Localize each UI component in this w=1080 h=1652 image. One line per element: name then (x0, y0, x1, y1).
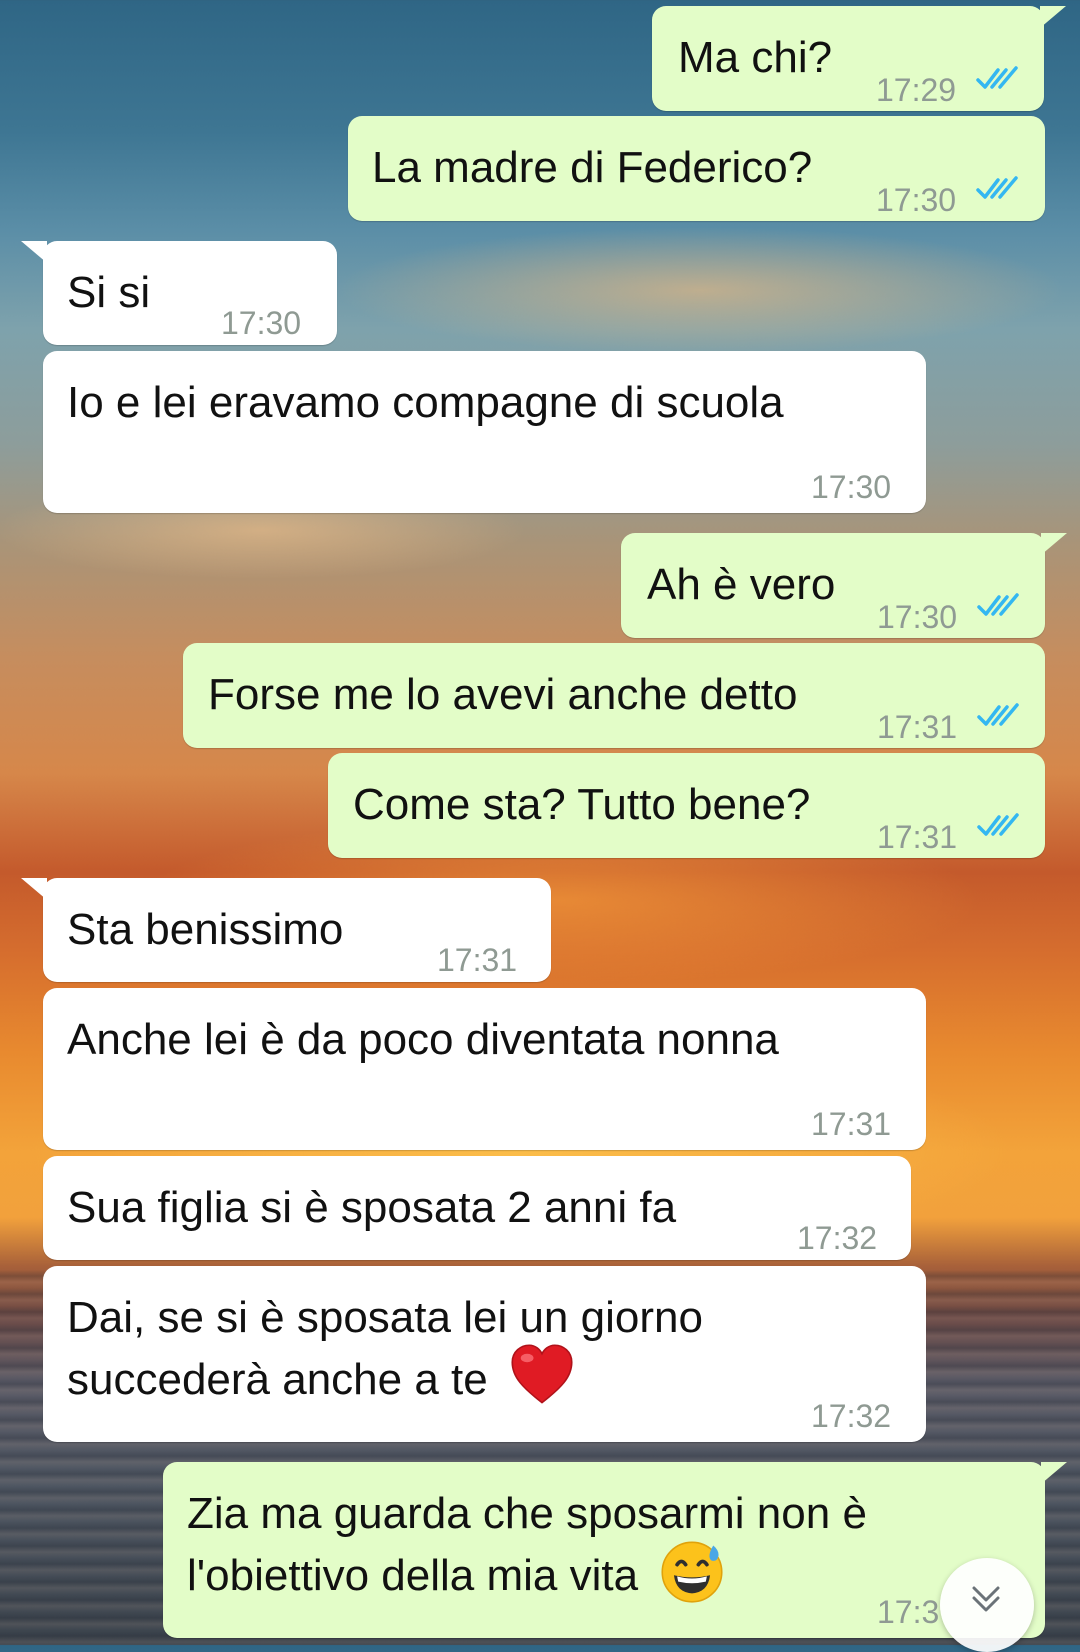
message-time: 17:30 (877, 599, 958, 635)
bubble-tail (21, 241, 47, 263)
double-check-icon (977, 593, 1019, 616)
bubble-tail (1041, 533, 1067, 555)
message-time: 17:31 (877, 819, 958, 855)
message-time: 17:31 (811, 1106, 892, 1142)
message-time: 17:32 (797, 1220, 878, 1256)
message-text: succederà anche a te (67, 1355, 488, 1404)
message-incoming[interactable]: Dai, se si è sposata lei un giorno succe… (43, 1266, 926, 1442)
chat-thread[interactable]: Ma chi? 17:29 La madre di Federico? 17:3… (0, 0, 1080, 1645)
message-outgoing[interactable]: Zia ma guarda che sposarmi non è l'obiet… (163, 1462, 1067, 1638)
message-outgoing[interactable]: Come sta? Tutto bene? 17:31 (328, 753, 1045, 858)
message-outgoing[interactable]: Ma chi? 17:29 (652, 6, 1066, 111)
message-text: Sta benissimo (67, 905, 344, 954)
message-text: Ah è vero (647, 560, 836, 609)
message-time: 17:32 (811, 1398, 892, 1434)
double-check-icon (977, 703, 1019, 726)
message-text-line-2: l'obiettivo della mia vita (187, 1541, 726, 1606)
grinning-face-with-sweat-icon (661, 1541, 723, 1603)
message-outgoing[interactable]: Ah è vero 17:30 (621, 533, 1067, 638)
message-time: 17:31 (437, 942, 518, 978)
double-check-icon (976, 66, 1018, 89)
message-text: Si si (67, 268, 151, 317)
message-time: 17:30 (221, 305, 302, 341)
message-text: Come sta? Tutto bene? (353, 780, 811, 829)
bubble-tail (1041, 1462, 1067, 1484)
bubble-tail (21, 878, 47, 900)
scroll-to-bottom-button[interactable] (940, 1558, 1034, 1652)
message-text: Io e lei eravamo compagne di scuola (67, 378, 784, 427)
message-text: l'obiettivo della mia vita (187, 1551, 639, 1600)
message-text-line-1: Zia ma guarda che sposarmi non è (187, 1489, 867, 1538)
double-check-icon (977, 813, 1019, 836)
message-outgoing[interactable]: La madre di Federico? 17:30 (348, 116, 1045, 221)
message-incoming[interactable]: Io e lei eravamo compagne di scuola 17:3… (43, 351, 926, 513)
double-check-icon (976, 176, 1018, 199)
red-heart-icon (511, 1344, 573, 1405)
message-text: Ma chi? (678, 33, 833, 82)
message-text: Forse me lo avevi anche detto (208, 670, 798, 719)
bubble-tail (1040, 6, 1066, 28)
message-text: La madre di Federico? (372, 143, 813, 192)
message-time: 17:31 (877, 709, 958, 745)
message-time: 17:29 (876, 72, 957, 108)
message-outgoing[interactable]: Forse me lo avevi anche detto 17:31 (183, 643, 1045, 748)
message-text-line-1: Dai, se si è sposata lei un giorno (67, 1293, 703, 1342)
message-time: 17:3 (877, 1594, 940, 1630)
message-incoming[interactable]: Sua figlia si è sposata 2 anni fa 17:32 (43, 1156, 911, 1260)
chevron-double-down-icon (972, 1586, 1000, 1612)
message-text-line-2: succederà anche a te (67, 1344, 576, 1410)
message-text: Anche lei è da poco diventata nonna (67, 1015, 779, 1064)
message-time: 17:30 (811, 469, 892, 505)
message-incoming[interactable]: Anche lei è da poco diventata nonna 17:3… (43, 988, 926, 1150)
message-incoming[interactable]: Si si 17:30 (21, 241, 337, 345)
message-incoming[interactable]: Sta benissimo 17:31 (21, 878, 551, 982)
message-time: 17:30 (876, 182, 957, 218)
message-text: Sua figlia si è sposata 2 anni fa (67, 1183, 677, 1232)
